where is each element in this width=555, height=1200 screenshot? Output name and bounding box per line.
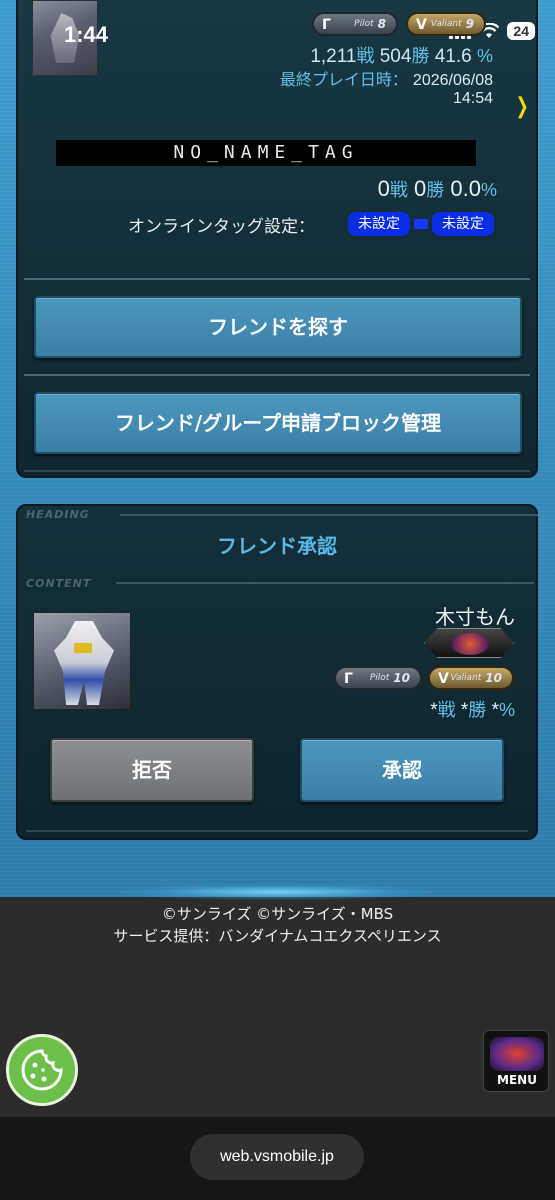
heading-line (120, 514, 538, 516)
online-tag-setting-1[interactable]: 未設定 (348, 212, 410, 236)
friend-avatar[interactable] (33, 612, 131, 710)
divider (24, 374, 530, 376)
player-stats: 1,211戦 504勝 41.6 % (310, 46, 493, 67)
reject-button[interactable]: 拒否 (50, 738, 254, 802)
friend-stats: *戦 *勝 *% (430, 700, 515, 721)
footer-glow (120, 884, 435, 900)
valiant-mark-icon: V (416, 17, 427, 33)
heading-tag: HEADING (26, 508, 90, 521)
tag-stats: 0戦 0勝 0.0% (377, 176, 497, 201)
url-bar[interactable]: web.vsmobile.jp (190, 1134, 364, 1180)
friend-valiant-badge: V Valiant 10 (428, 666, 514, 690)
divider (26, 830, 528, 832)
menu-logo-icon (490, 1037, 544, 1071)
valiant-mark-icon: V (438, 671, 449, 687)
friend-approval-title: フレンド承認 (217, 534, 337, 558)
find-friend-button[interactable]: フレンドを探す (34, 296, 522, 358)
pilot-grade: 8 (377, 17, 386, 31)
last-play-label: 最終プレイ日時： (279, 70, 408, 89)
cookie-settings-button[interactable] (6, 1034, 78, 1106)
last-play-time: 14:54 (452, 90, 493, 107)
online-tag-label: オンラインタッグ設定： (128, 217, 315, 237)
content-tag: CONTENT (26, 577, 92, 590)
online-tag-setting-2[interactable]: 未設定 (432, 212, 494, 236)
block-manage-button[interactable]: フレンド/グループ申請ブロック管理 (34, 392, 522, 454)
accept-button[interactable]: 承認 (300, 738, 504, 802)
content-line (116, 582, 534, 584)
win-rate: 41.6 (434, 46, 472, 67)
emblem-icon (424, 628, 514, 658)
divider (24, 470, 530, 472)
cookie-icon (21, 1049, 63, 1091)
tag-name: NO_NAME_TAG (56, 140, 476, 166)
battery-icon: 24 (507, 22, 535, 40)
menu-label: MENU (497, 1073, 537, 1087)
menu-button[interactable]: MENU (483, 1030, 549, 1092)
pilot-label: Pilot (354, 19, 374, 29)
last-play-date: 2026/06/08 (412, 72, 493, 89)
mobile-suit-image (54, 621, 114, 705)
mobile-suit-accent (74, 643, 92, 653)
pilot-grade-badge: Г Pilot 8 (312, 12, 398, 36)
divider (24, 278, 530, 280)
wins-count: 504 (379, 46, 412, 67)
copyright-text: ©サンライズ ©サンライズ・MBS (161, 905, 394, 923)
pilot-mark-icon: Г (344, 671, 353, 687)
valiant-grade: 9 (465, 17, 474, 31)
friend-pilot-badge: Г Pilot 10 (334, 666, 422, 690)
valiant-label: Valiant (430, 19, 462, 29)
status-time: 1:44 (64, 22, 109, 47)
tag-link-icon (414, 219, 428, 229)
provider-text: サービス提供：バンダイナムコエクスペリエンス (113, 927, 442, 945)
last-play: 最終プレイ日時： 2026/06/08 (280, 66, 493, 90)
friend-name: 木寸もん (435, 605, 515, 629)
valiant-grade-badge: V Valiant 9 (406, 12, 486, 36)
pilot-mark-icon: Г (322, 17, 331, 33)
chevron-right-icon[interactable]: ❯ (515, 94, 528, 119)
battles-count: 1,211 (310, 46, 357, 67)
